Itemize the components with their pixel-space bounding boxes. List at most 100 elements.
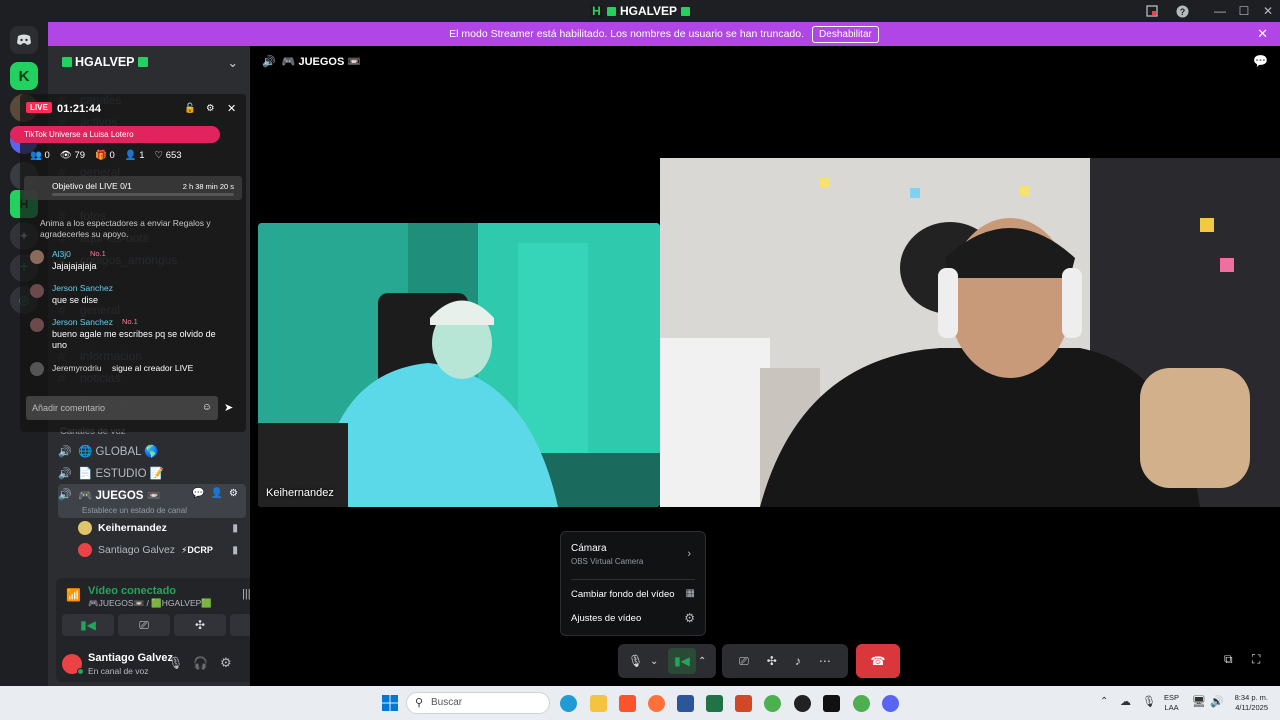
comment-input[interactable]: Añadir comentario ☺ <box>26 396 218 420</box>
lang-top: ESP <box>1164 693 1180 702</box>
chrome-icon[interactable] <box>764 695 781 712</box>
headphones-icon[interactable]: 🎧 <box>193 656 208 670</box>
avatar <box>78 543 92 557</box>
close-window-icon[interactable]: ✕ <box>1256 0 1280 22</box>
search-placeholder: Buscar <box>431 697 463 708</box>
svg-text:?: ? <box>1179 7 1185 17</box>
comment-badge: No.1 <box>122 317 138 326</box>
discord-icon[interactable] <box>882 695 899 712</box>
member-name: Santiago Galvez <box>98 544 176 556</box>
activities-icon[interactable]: ✣ <box>767 654 777 668</box>
green-square-icon <box>606 6 616 16</box>
video-feed-image <box>258 223 660 507</box>
inbox-icon[interactable] <box>1140 0 1164 22</box>
voice-channel-name: 🌐 GLOBAL 🌎 <box>78 446 159 458</box>
help-icon[interactable]: ? <box>1170 0 1194 22</box>
voice-member[interactable]: Keihernandez ▮ <box>78 518 238 538</box>
signal-icon[interactable]: 📶 <box>66 588 81 602</box>
popout-icon[interactable]: ⧉ <box>1224 652 1233 667</box>
live-badge: LIVE <box>26 102 52 113</box>
comment-user[interactable]: Jerson Sanchez <box>52 317 113 327</box>
excel-icon[interactable] <box>706 695 723 712</box>
server-k-icon[interactable]: K <box>10 62 38 90</box>
soundboard-icon[interactable]: ♪ <box>795 654 801 668</box>
change-background-item[interactable]: Cambiar fondo del vídeo <box>571 589 675 600</box>
powerpoint-icon[interactable] <box>735 695 752 712</box>
microphone-icon[interactable]: 🎙 <box>168 656 183 670</box>
list-item: Jerson Sanchez que se dise <box>30 282 240 316</box>
camera-button[interactable]: ▮◀ <box>62 614 114 636</box>
follow-icon <box>30 362 44 376</box>
video-settings-item[interactable]: Ajustes de vídeo <box>571 613 641 624</box>
brave-icon[interactable] <box>619 695 636 712</box>
close-overlay-icon[interactable]: ✕ <box>227 102 236 115</box>
network-icon[interactable]: 🖥 <box>1192 695 1206 708</box>
firefox-icon[interactable] <box>648 695 665 712</box>
voice-channel-estudio[interactable]: 🔊 📄 ESTUDIO 📝 <box>58 462 246 484</box>
chat-icon[interactable]: 💬 <box>192 488 204 499</box>
chat-icon[interactable]: 💬 <box>1253 54 1268 68</box>
voice-member[interactable]: Santiago Galvez ⚡DCRP ▮ <box>78 540 238 560</box>
stat-users: 👥 0 <box>30 150 50 161</box>
file-explorer-icon[interactable] <box>590 695 607 712</box>
voice-channel-juegos[interactable]: 🔊 🎮 JUEGOS 📼 Establece un estado de cana… <box>58 484 246 518</box>
user-name[interactable]: Santiago Galvez <box>88 652 173 664</box>
more-options-icon[interactable]: ⋯ <box>819 654 831 668</box>
follow-text: sigue al creador LIVE <box>112 363 194 373</box>
tiktok-icon[interactable] <box>823 695 840 712</box>
chevron-up-icon[interactable]: ⌃ <box>698 656 706 667</box>
emoji-icon[interactable]: ☺ <box>202 402 212 413</box>
server-header[interactable]: HGALVEP ⌄ <box>48 46 250 78</box>
minimize-icon[interactable]: — <box>1208 0 1232 22</box>
comment-user[interactable]: Jerson Sanchez <box>52 283 113 293</box>
discord-home-icon[interactable] <box>10 26 38 54</box>
live-goal[interactable]: Objetivo del LIVE 0/1 2 h 38 min 20 s <box>24 176 242 200</box>
disable-streamer-button[interactable]: Deshabilitar <box>812 25 879 43</box>
settings-icon[interactable]: ⚙ <box>229 488 238 499</box>
fullscreen-icon[interactable]: ⛶ <box>1252 652 1260 667</box>
user-settings-icon[interactable]: ⚙ <box>220 655 232 671</box>
maximize-icon[interactable]: ☐ <box>1232 0 1256 22</box>
follow-user[interactable]: Jeremyrodriu <box>52 363 102 373</box>
chevron-down-icon[interactable]: ⌄ <box>650 656 658 667</box>
word-icon[interactable] <box>677 695 694 712</box>
windows-start-icon[interactable] <box>382 695 398 714</box>
camera-menu-item[interactable]: Cámara <box>571 543 607 554</box>
comment-placeholder: Añadir comentario <box>32 403 106 413</box>
obs-icon[interactable] <box>794 695 811 712</box>
screen-share-icon[interactable]: ⎚ <box>739 654 749 669</box>
language-indicator[interactable]: ESP LAA <box>1164 693 1179 713</box>
live-timer: 01:21:44 <box>57 103 102 115</box>
lock-icon[interactable]: 🔓 <box>184 103 196 114</box>
edge-icon[interactable] <box>560 695 577 712</box>
avatar <box>30 318 44 332</box>
chevron-up-icon[interactable]: ⌃ <box>1100 696 1108 707</box>
hang-up-button[interactable]: ☎ <box>856 644 900 678</box>
voice-channel-global[interactable]: 🔊 🌐 GLOBAL 🌎 <box>58 440 246 462</box>
add-member-icon[interactable]: 👤 <box>211 488 223 499</box>
screen-share-button[interactable]: ⎚ <box>118 614 170 636</box>
close-banner-icon[interactable]: ✕ <box>1257 26 1268 42</box>
chevron-right-icon: › <box>687 548 691 560</box>
comment-user[interactable]: Al3j0 <box>52 249 71 259</box>
clock[interactable]: 8:34 p. m. 4/11/2025 <box>1226 693 1268 713</box>
taskbar-search[interactable]: ⚲ Buscar <box>406 692 550 714</box>
encourage-text: Anima a los espectadores a enviar Regalo… <box>40 218 211 239</box>
channel-status-text[interactable]: Establece un estado de canal <box>82 506 187 515</box>
microphone-icon[interactable]: 🎙 <box>628 654 643 668</box>
clock-date: 4/11/2025 <box>1235 703 1268 712</box>
chrome-icon[interactable] <box>853 695 870 712</box>
promo-banner[interactable]: TikTok Universe a Luisa Lotero <box>10 126 220 143</box>
video-tile-keihernandez[interactable]: Keihernandez <box>258 223 660 507</box>
volume-icon[interactable]: 🔊 <box>1210 695 1224 708</box>
send-icon[interactable]: ➤ <box>224 401 233 414</box>
camera-icon[interactable]: ▮◀ <box>668 648 696 674</box>
video-tile-santiago[interactable] <box>660 158 1280 507</box>
voice-location[interactable]: 🎮JUEGOS📼 / 🟩HGALVEP🟩 <box>88 598 212 609</box>
avatar <box>78 521 92 535</box>
avatar <box>30 250 44 264</box>
settings-icon[interactable]: ⚙ <box>206 103 215 114</box>
microphone-icon[interactable]: 🎙 <box>1142 695 1156 708</box>
activities-button[interactable]: ✣ <box>174 614 226 636</box>
cloud-icon[interactable]: ☁ <box>1120 695 1131 708</box>
